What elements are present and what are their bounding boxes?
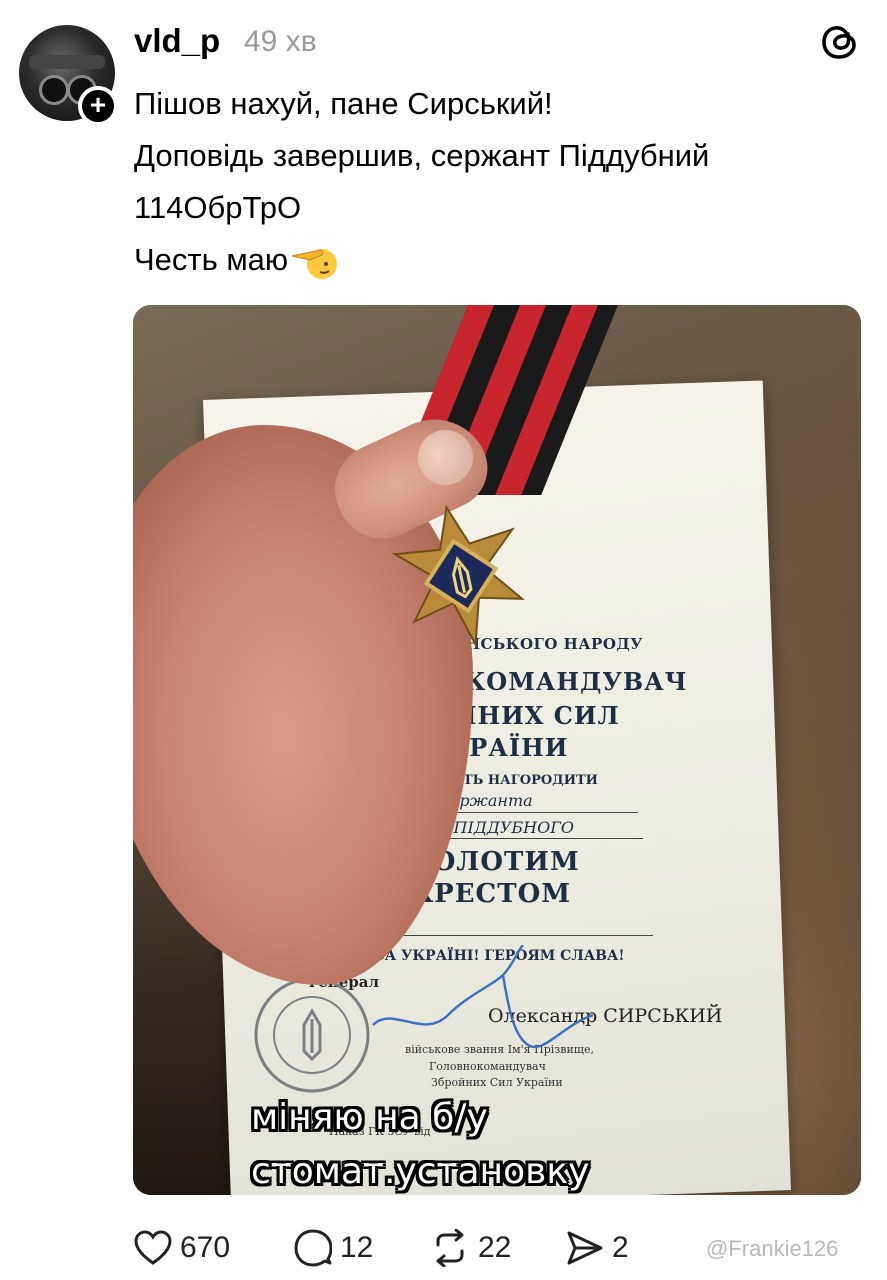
avatar-helmet — [29, 55, 105, 69]
saluting-face-icon — [292, 248, 338, 279]
action-bar: 670 12 22 2 — [134, 1226, 734, 1270]
like-count: 670 — [180, 1231, 231, 1264]
repost-icon — [436, 1229, 464, 1267]
username[interactable]: vld_p — [134, 22, 220, 60]
threads-logo-icon[interactable] — [818, 20, 862, 64]
signature — [372, 945, 594, 1049]
share-count: 2 — [612, 1231, 629, 1264]
like-button[interactable]: 670 — [134, 1226, 230, 1270]
post-line-last: Честь маю — [134, 234, 864, 286]
follow-button[interactable]: + — [78, 86, 118, 126]
post-line: Пішов нахуй, пане Сирський! — [134, 86, 553, 121]
post-line: 114ОбрТрО — [134, 190, 302, 225]
reply-count: 12 — [340, 1231, 374, 1264]
repost-count: 22 — [478, 1231, 512, 1264]
post-image[interactable]: ІМЕНЕМ УКРАЇНСЬКОГО НАРОДУ ГОЛОВНОКОМАНД… — [133, 305, 861, 1195]
doc-line: ХРЕСТОМ — [413, 879, 572, 909]
comment-icon — [294, 1229, 332, 1267]
avatar-goggle-left — [39, 75, 69, 105]
heart-icon — [134, 1230, 172, 1265]
share-button[interactable]: 2 — [566, 1226, 629, 1270]
send-icon — [567, 1231, 603, 1265]
image-caption-line: міняю на б/у — [251, 1097, 488, 1138]
doc-line: Збройних Сил України — [431, 1076, 563, 1089]
post-line: Честь маю — [134, 242, 289, 277]
post-line: Доповідь завершив, сержант Піддубний — [134, 138, 710, 173]
post-body: Пішов нахуй, пане Сирський! Доповідь зав… — [134, 78, 864, 286]
watermark: @Frankie126 — [706, 1236, 839, 1261]
timestamp: 49 хв — [244, 25, 317, 58]
reply-button[interactable]: 12 — [294, 1226, 373, 1270]
golden-cross-medal — [391, 504, 525, 648]
image-caption-line: стомат.установку — [251, 1151, 590, 1192]
repost-button[interactable]: 22 — [430, 1226, 511, 1270]
